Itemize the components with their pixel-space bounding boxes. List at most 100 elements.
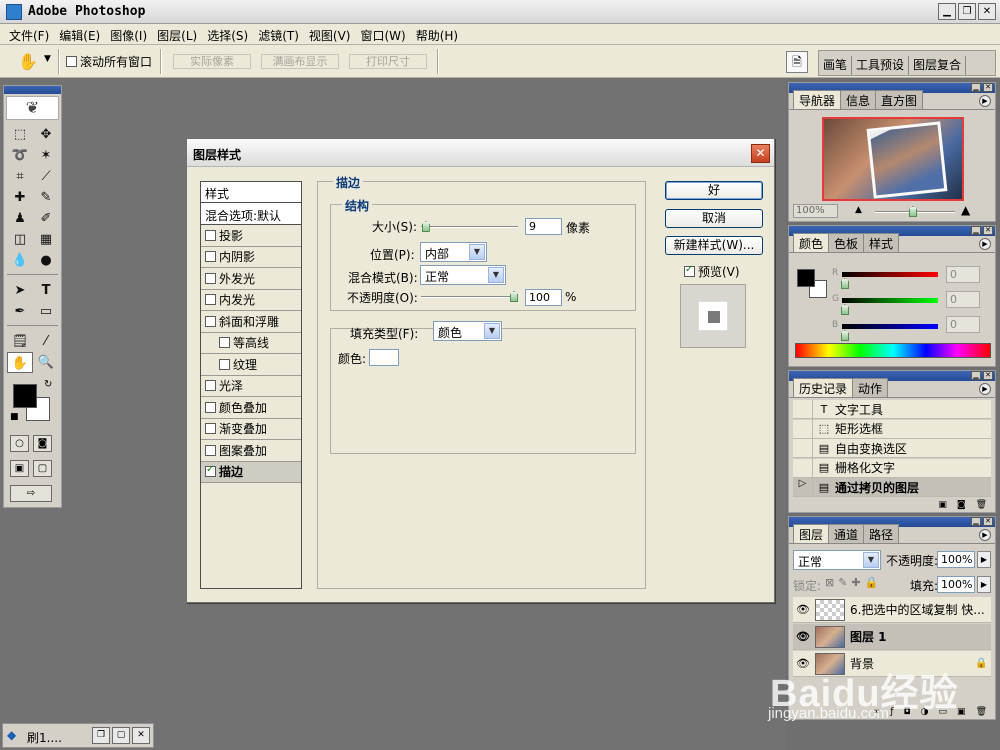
eraser-tool-icon[interactable]: ◫ bbox=[7, 229, 33, 250]
zoom-tool-icon[interactable]: 🔍 bbox=[33, 352, 59, 373]
channel-g-value[interactable]: 0 bbox=[946, 291, 980, 308]
doc-maximize-button[interactable]: ▢ bbox=[112, 727, 130, 744]
slice-tool-icon[interactable]: ⟋ bbox=[33, 166, 59, 187]
history-state-marker-icon[interactable]: ▷ bbox=[793, 477, 813, 497]
tab-layers[interactable]: 图层 bbox=[793, 524, 830, 543]
style-item-checkbox[interactable] bbox=[205, 272, 216, 284]
chevron-down-icon[interactable]: ▼ bbox=[469, 244, 485, 260]
history-item[interactable]: ⬚ 矩形选框 bbox=[793, 419, 991, 439]
lasso-tool-icon[interactable]: ➰ bbox=[7, 145, 33, 166]
history-item[interactable]: ▤ 栅格化文字 bbox=[793, 458, 991, 478]
swap-colors-icon[interactable]: ↻ bbox=[44, 379, 52, 390]
layer-visibility-eye-icon[interactable]: 👁 bbox=[793, 630, 813, 643]
restore-button[interactable]: ❐ bbox=[958, 3, 976, 20]
style-item-checkbox[interactable] bbox=[205, 423, 216, 435]
fill-arrow-icon[interactable]: ▶ bbox=[977, 576, 991, 593]
palette-menu-icon[interactable]: ▶ bbox=[979, 529, 991, 541]
chevron-down-icon[interactable]: ▼ bbox=[484, 323, 500, 339]
color-spectrum-bar[interactable] bbox=[795, 343, 991, 358]
fit-on-screen-button[interactable]: 满画布显示 bbox=[261, 54, 339, 69]
blend-mode-select[interactable]: 正常 ▼ bbox=[420, 265, 506, 285]
new-snapshot-icon[interactable]: ◙ bbox=[957, 500, 966, 510]
tool-preset-caret-icon[interactable]: ▼ bbox=[44, 54, 51, 64]
history-brush-tool-icon[interactable]: ✐ bbox=[33, 208, 59, 229]
size-input[interactable]: 9 bbox=[525, 218, 562, 235]
navigator-zoom-field[interactable]: 100% bbox=[793, 204, 838, 218]
palette-menu-icon[interactable]: ▶ bbox=[979, 95, 991, 107]
palette-menu-icon[interactable]: ▶ bbox=[979, 238, 991, 250]
opacity-input[interactable]: 100 bbox=[525, 289, 562, 306]
minimized-document[interactable]: ◆ 刷1.... ❐ ▢ ✕ bbox=[2, 723, 154, 748]
delete-layer-icon[interactable]: 🗑 bbox=[976, 707, 987, 717]
palette-minimize-button[interactable]: ▁ bbox=[971, 371, 981, 380]
style-item-checkbox[interactable] bbox=[205, 380, 216, 392]
style-list-header[interactable]: 样式 bbox=[201, 182, 301, 203]
blur-tool-icon[interactable]: 💧 bbox=[7, 250, 33, 271]
style-item-checkbox[interactable] bbox=[219, 337, 230, 349]
palette-minimize-button[interactable]: ▁ bbox=[971, 517, 981, 526]
position-select[interactable]: 内部 ▼ bbox=[420, 242, 487, 262]
style-item[interactable]: 外发光 bbox=[201, 268, 301, 290]
eyedropper-tool-icon[interactable]: ⁄ bbox=[33, 331, 59, 352]
standard-mode-icon[interactable]: ○ bbox=[10, 435, 29, 452]
channel-r-thumb[interactable] bbox=[841, 278, 849, 289]
palette-well-tab-layer-comps[interactable]: 图层复合 bbox=[909, 56, 967, 75]
menu-window[interactable]: 窗口(W) bbox=[355, 24, 410, 44]
dialog-close-button[interactable]: ✕ bbox=[751, 144, 770, 163]
palette-minimize-button[interactable]: ▁ bbox=[971, 226, 981, 235]
tab-styles[interactable]: 样式 bbox=[863, 233, 900, 252]
tab-histogram[interactable]: 直方图 bbox=[875, 90, 924, 109]
channel-b-value[interactable]: 0 bbox=[946, 316, 980, 333]
menu-file[interactable]: 文件(F) bbox=[4, 24, 54, 44]
channel-b-slider[interactable] bbox=[842, 324, 938, 329]
new-document-from-state-icon[interactable]: ▣ bbox=[938, 500, 947, 510]
style-item[interactable]: 投影 bbox=[201, 225, 301, 247]
quick-mask-mode-icon[interactable]: ◙ bbox=[33, 435, 52, 452]
history-brush-source-cell[interactable] bbox=[793, 419, 813, 438]
healing-brush-tool-icon[interactable]: ✚ bbox=[7, 187, 33, 208]
full-screen-menu-mode-icon[interactable]: ▢ bbox=[33, 460, 52, 477]
tab-actions[interactable]: 动作 bbox=[852, 378, 889, 397]
style-item[interactable]: 颜色叠加 bbox=[201, 397, 301, 419]
actual-pixels-button[interactable]: 实际像素 bbox=[173, 54, 251, 69]
type-tool-icon[interactable]: T bbox=[33, 280, 59, 301]
stroke-color-swatch[interactable] bbox=[369, 349, 399, 366]
notes-tool-icon[interactable]: 🗒 bbox=[7, 331, 33, 352]
doc-close-button[interactable]: ✕ bbox=[132, 727, 150, 744]
palette-close-button[interactable]: ✕ bbox=[983, 517, 993, 526]
menu-image[interactable]: 图像(I) bbox=[105, 24, 152, 44]
tab-swatches[interactable]: 色板 bbox=[828, 233, 865, 252]
preview-checkbox-box[interactable] bbox=[684, 264, 695, 277]
new-style-button[interactable]: 新建样式(W)... bbox=[665, 236, 763, 255]
palette-minimize-button[interactable]: ▁ bbox=[971, 83, 981, 92]
channel-r-value[interactable]: 0 bbox=[946, 266, 980, 283]
path-selection-tool-icon[interactable]: ➤ bbox=[7, 280, 33, 301]
file-browser-icon[interactable]: 🗎 bbox=[786, 51, 808, 73]
shape-tool-icon[interactable]: ▭ bbox=[33, 301, 59, 322]
menu-view[interactable]: 视图(V) bbox=[304, 24, 356, 44]
layer-row[interactable]: 👁 6.把选中的区域复制 快... bbox=[793, 597, 991, 623]
style-item[interactable]: 内发光 bbox=[201, 290, 301, 311]
doc-restore-button[interactable]: ❐ bbox=[92, 727, 110, 744]
navigator-zoom-thumb[interactable] bbox=[909, 206, 917, 217]
fill-input[interactable]: 100% bbox=[937, 576, 975, 593]
style-item-checkbox[interactable] bbox=[205, 229, 216, 241]
layer-name[interactable]: 图层 1 bbox=[850, 628, 991, 645]
chevron-down-icon[interactable]: ▼ bbox=[863, 552, 879, 568]
layer-visibility-eye-icon[interactable]: 👁 bbox=[793, 603, 813, 616]
blending-options-item[interactable]: 混合选项:默认 bbox=[201, 203, 301, 225]
style-item-checkbox[interactable] bbox=[219, 358, 230, 370]
pen-tool-icon[interactable]: ✒ bbox=[7, 301, 33, 322]
default-colors-icon[interactable]: ■ bbox=[10, 412, 19, 422]
hand-tool-icon[interactable]: ✋ bbox=[18, 52, 38, 71]
channel-b-thumb[interactable] bbox=[841, 330, 849, 341]
zoom-out-icon[interactable]: ▲ bbox=[855, 205, 862, 215]
style-item[interactable]: 纹理 bbox=[201, 354, 301, 376]
history-brush-source-cell[interactable] bbox=[793, 458, 813, 477]
lock-options-icons[interactable]: ⊠✎✚🔒 bbox=[825, 576, 882, 589]
style-item-checkbox[interactable] bbox=[205, 464, 216, 478]
menu-filter[interactable]: 滤镜(T) bbox=[253, 24, 304, 44]
chevron-down-icon[interactable]: ▼ bbox=[488, 267, 504, 283]
brush-tool-icon[interactable]: ✎ bbox=[33, 187, 59, 208]
channel-g-slider[interactable] bbox=[842, 298, 938, 303]
